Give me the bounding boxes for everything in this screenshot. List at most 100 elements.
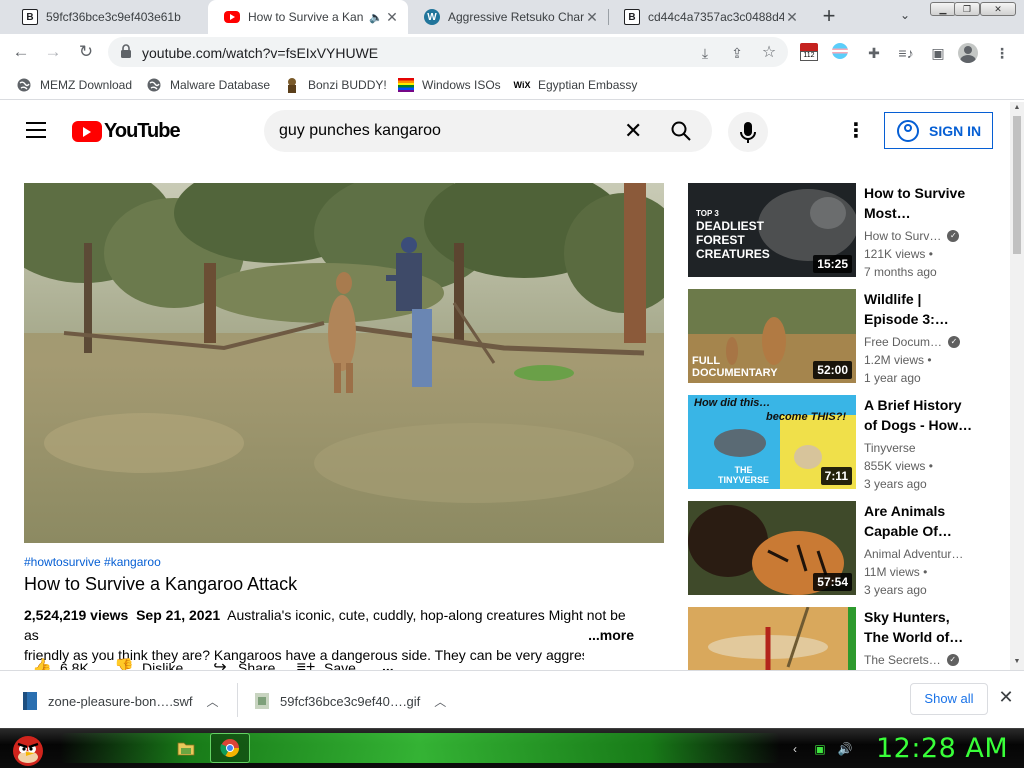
address-bar[interactable]: youtube.com/watch?v=fsEIxVYHUWE ⤓ ⇪ ☆ (108, 37, 788, 67)
bookmark-windows-isos[interactable]: Windows ISOs (398, 76, 501, 94)
forward-icon[interactable]: → (42, 41, 64, 63)
hamburger-menu-icon[interactable] (26, 122, 46, 138)
close-download-shelf-icon[interactable]: ✕ (996, 687, 1016, 707)
volume-icon[interactable]: 🔊 (836, 740, 854, 758)
show-all-downloads-button[interactable]: Show all (910, 683, 988, 715)
bookmark-bonzi[interactable]: Bonzi BUDDY! (284, 76, 387, 94)
search-input[interactable]: guy punches kangaroo ✕ (264, 110, 712, 152)
suggestion-title[interactable]: A Brief History of Dogs - How… (864, 395, 980, 435)
globe-icon (16, 77, 32, 93)
tab-2-active[interactable]: How to Survive a Kan 🔈 ✕ (208, 0, 408, 34)
video-frame-kangaroo (24, 183, 664, 543)
chevron-up-icon[interactable]: ︿ (434, 693, 446, 710)
taskbar-explorer[interactable] (166, 733, 206, 763)
extensions-puzzle-icon[interactable]: ✚ (864, 43, 884, 63)
suggestion-thumbnail[interactable]: TOP 3 DEADLIEST FOREST CREATURES 15:25 (688, 183, 856, 277)
close-tab-icon[interactable]: ✕ (584, 9, 600, 26)
account-icon (897, 119, 919, 142)
duration-badge: 52:00 (813, 361, 852, 379)
bookmark-star-icon[interactable]: ☆ (760, 44, 778, 62)
maximize-button[interactable]: ❐ (954, 2, 980, 16)
bookmark-malware-db[interactable]: Malware Database (146, 76, 270, 94)
suggestion-item[interactable]: How did this… become THIS?! THE TINYVERS… (688, 395, 988, 491)
taskbar-chrome[interactable] (210, 733, 250, 763)
tray-expand-icon[interactable]: ‹ (786, 740, 804, 758)
voice-search-button[interactable] (728, 112, 768, 152)
calendar-extension-icon[interactable]: 112 (800, 43, 820, 63)
page-scrollbar[interactable]: ▲ ▼ (1010, 102, 1024, 670)
settings-kebab-icon[interactable]: ⋮ (846, 120, 866, 144)
chrome-menu-icon[interactable]: ⋮ (992, 43, 1012, 63)
suggestion-title[interactable]: Are Animals Capable Of… (864, 501, 980, 541)
sign-in-label: SIGN IN (929, 122, 982, 139)
suggestion-views: 121K views • (864, 247, 933, 261)
tab-search-chevron-icon[interactable]: ⌄ (896, 8, 914, 26)
suggestion-age: 3 years ago (864, 477, 927, 491)
clear-search-icon[interactable]: ✕ (624, 118, 642, 144)
share-icon[interactable]: ⇪ (728, 44, 746, 62)
new-tab-button[interactable]: + (816, 4, 842, 30)
download-item[interactable]: zone-pleasure-bon….swf ︿ (22, 681, 219, 721)
suggestion-title[interactable]: Wildlife | Episode 3:… (864, 289, 980, 329)
suggestion-views: 855K views • (864, 459, 933, 473)
duration-badge: 7:11 (820, 467, 852, 485)
install-app-icon[interactable]: ⤓ (696, 44, 714, 62)
suggestion-item[interactable]: Sky Hunters, The World of… The Secrets… ✓ (688, 607, 988, 670)
url-text: youtube.com/watch?v=fsEIxVYHUWE (142, 45, 379, 61)
suggestion-item[interactable]: TOP 3 DEADLIEST FOREST CREATURES 15:25 H… (688, 183, 988, 279)
suggestion-thumbnail[interactable] (688, 607, 856, 670)
windows-flag-icon (398, 77, 414, 93)
suggestion-channel[interactable]: Animal Adventur… (864, 545, 980, 563)
suggestion-channel[interactable]: The Secrets… ✓ (864, 651, 980, 669)
bookmark-label: MEMZ Download (40, 78, 133, 92)
side-panel-icon[interactable]: ▣ (928, 43, 948, 63)
search-icon[interactable] (670, 120, 692, 142)
show-more-link[interactable]: ...more (582, 625, 634, 645)
bookmark-memz[interactable]: MEMZ Download (16, 76, 132, 94)
suggestion-views: 11M views • (864, 565, 928, 579)
download-item[interactable]: 59fcf36bce3c9ef40….gif ︿ (254, 681, 446, 721)
close-tab-icon[interactable]: ✕ (784, 9, 800, 26)
chevron-up-icon[interactable]: ︿ (207, 693, 219, 710)
close-tab-icon[interactable]: ✕ (384, 9, 400, 26)
suggestion-item[interactable]: FULL DOCUMENTARY 52:00 Wildlife | Episode… (688, 289, 988, 385)
bookmark-egyptian-embassy[interactable]: WiX Egyptian Embassy (514, 76, 638, 94)
suggestion-thumbnail[interactable]: How did this… become THIS?! THE TINYVERS… (688, 395, 856, 489)
suggestion-title[interactable]: How to Survive Most… (864, 183, 980, 223)
pride-flag-extension-icon[interactable] (832, 43, 852, 63)
video-hashtags[interactable]: #howtosurvive #kangaroo (24, 555, 161, 569)
tab-4[interactable]: B cd44c4a7357ac3c0488d4 ✕ (608, 0, 808, 34)
sign-in-button[interactable]: SIGN IN (884, 112, 993, 149)
suggestion-channel[interactable]: Free Docum… ✓ (864, 333, 980, 351)
reload-icon[interactable]: ↻ (75, 41, 97, 63)
suggestion-item[interactable]: 57:54 Are Animals Capable Of… Animal Adve… (688, 501, 988, 597)
close-window-button[interactable]: ✕ (980, 2, 1016, 16)
scrollbar-thumb[interactable] (1013, 116, 1021, 254)
tab-3[interactable]: W Aggressive Retsuko Chara ✕ (408, 0, 608, 34)
back-icon[interactable]: ← (10, 41, 32, 63)
tab-1[interactable]: B 59fcf36bce3c9ef403e61b (6, 0, 208, 34)
suggestion-info: How to Survive Most… How to Surv… ✓ 121K v… (864, 183, 980, 281)
profile-avatar-icon[interactable] (958, 43, 978, 63)
youtube-logo[interactable]: YouTube (72, 120, 181, 143)
verified-check-icon: ✓ (947, 230, 960, 242)
scroll-down-arrow-icon[interactable]: ▼ (1013, 658, 1021, 665)
suggestion-channel[interactable]: How to Surv… ✓ (864, 227, 980, 245)
angry-bird-start-icon[interactable] (8, 729, 48, 768)
speaker-icon[interactable]: 🔈 (368, 11, 384, 24)
minimize-button[interactable]: ▁ (930, 2, 956, 16)
suggestion-thumbnail[interactable]: 57:54 (688, 501, 856, 595)
video-player[interactable] (24, 183, 664, 543)
network-icon[interactable]: ▣ (811, 740, 829, 758)
taskbar: ‹ ▣ 🔊 12:28 AM (0, 728, 1024, 768)
scroll-up-arrow-icon[interactable]: ▲ (1013, 104, 1021, 111)
folder-icon (177, 742, 195, 756)
upload-date: Sep 21, 2021 (136, 607, 221, 623)
taskbar-clock[interactable]: 12:28 AM (876, 733, 1008, 764)
thumb-caption: FULL DOCUMENTARY (692, 355, 778, 379)
suggestion-thumbnail[interactable]: FULL DOCUMENTARY 52:00 (688, 289, 856, 383)
media-control-icon[interactable]: ≡♪ (896, 43, 916, 63)
gif-file-icon (255, 693, 269, 709)
suggestion-title[interactable]: Sky Hunters, The World of… (864, 607, 980, 647)
suggestion-channel[interactable]: Tinyverse (864, 439, 980, 457)
